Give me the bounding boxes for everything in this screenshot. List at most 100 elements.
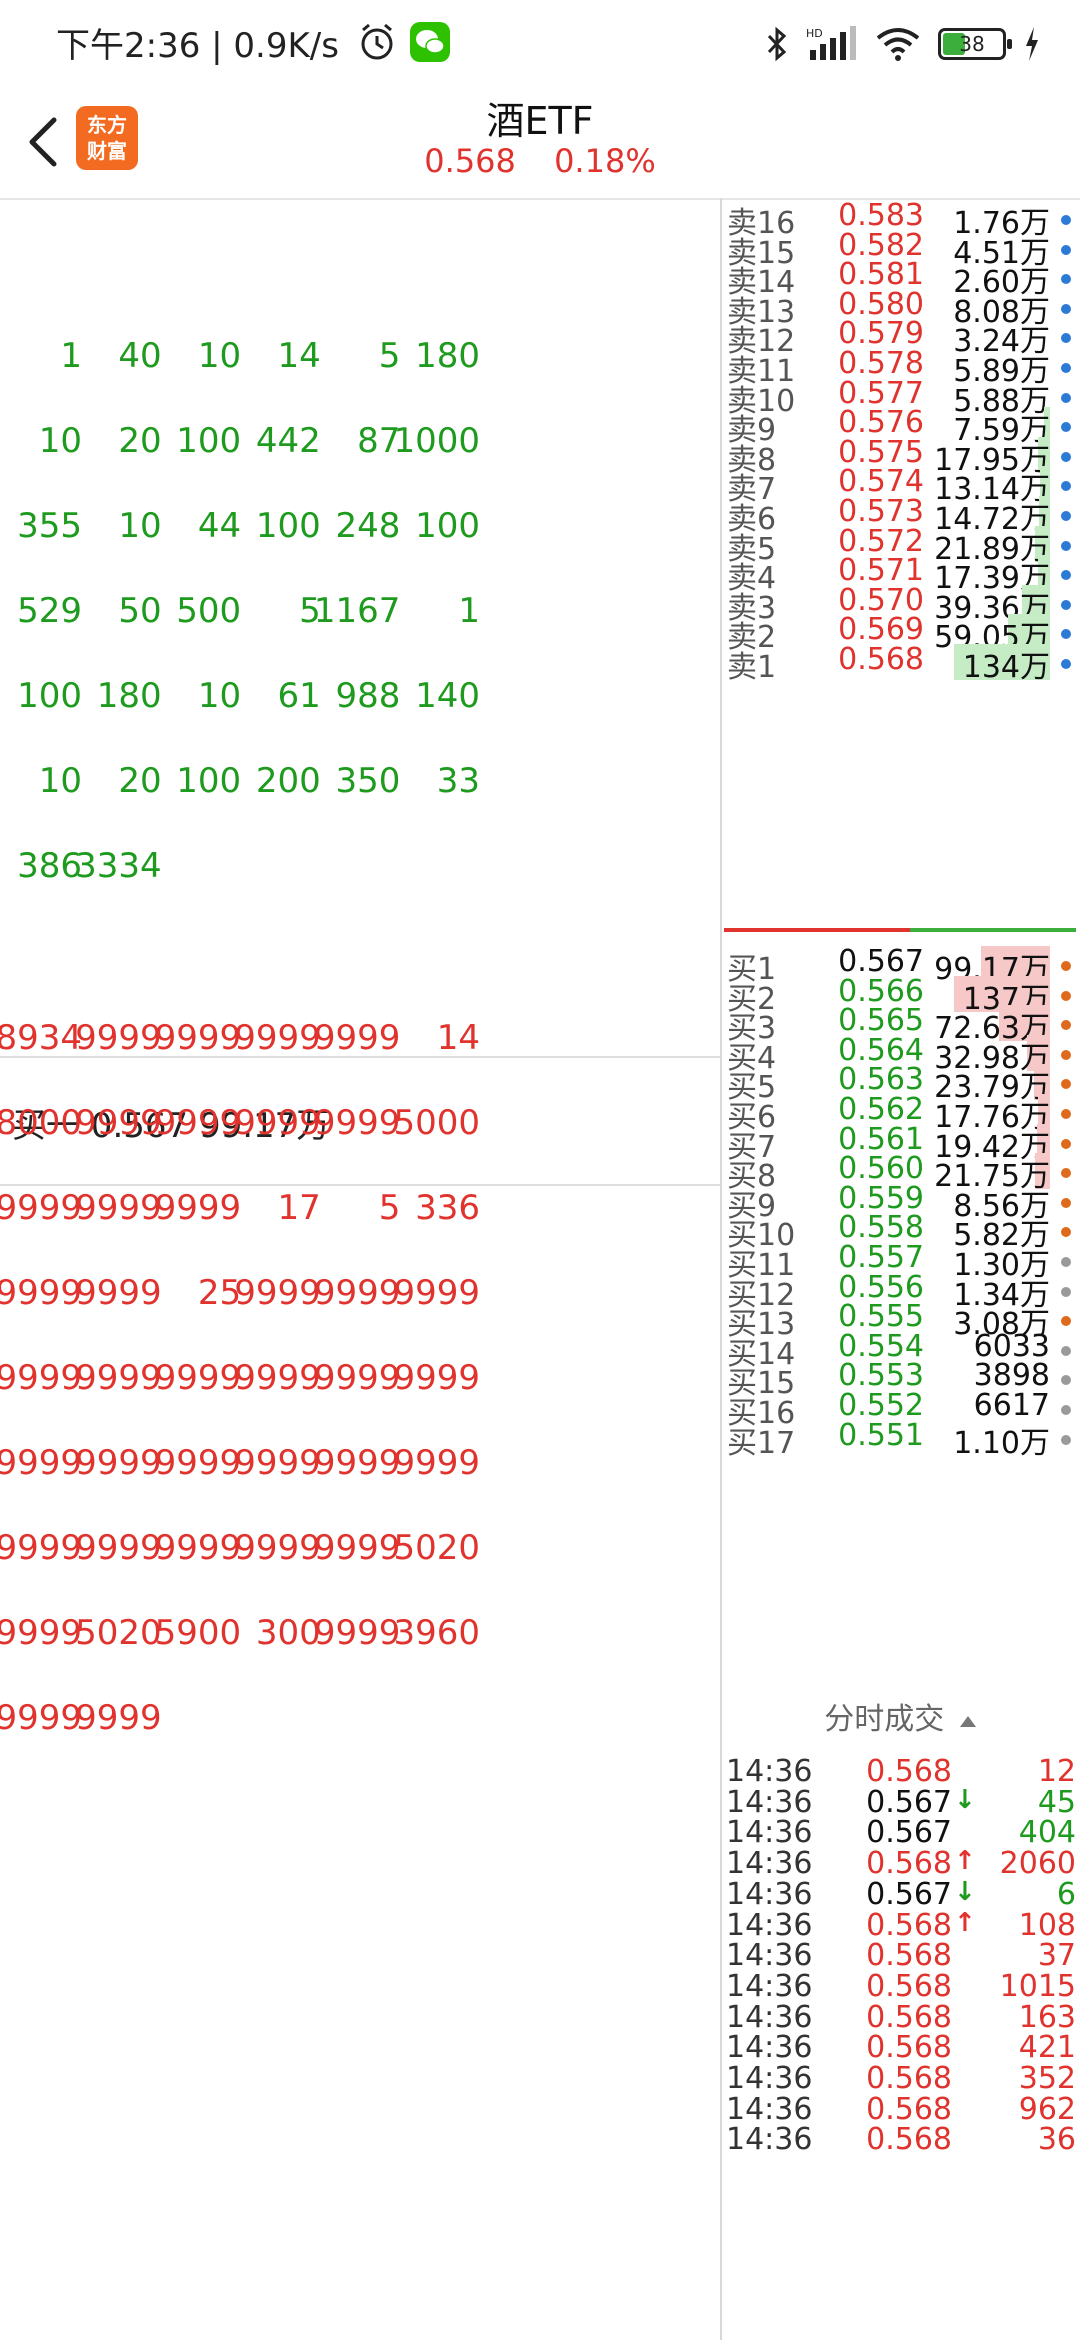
wechat-icon (410, 22, 450, 62)
queue-row: 100 180 10 61 988 140 (0, 676, 720, 716)
level-dot-icon (1061, 1257, 1071, 1267)
level-dot-icon (1061, 1197, 1071, 1208)
ticks-header[interactable]: 分时成交 (722, 1694, 1080, 1744)
queue-row: 9999 9999 9999 9999 9999 9999 (0, 1443, 720, 1483)
bid-ask-divider-red (724, 928, 910, 932)
level-dot-icon (1061, 1345, 1071, 1356)
level-label: 卖1 (727, 650, 777, 685)
queue-cell: 5020 (393, 1528, 480, 1568)
queue-row: 386 3334 (0, 846, 720, 886)
queue-row: 10 20 100 442 87 1000 (0, 421, 720, 461)
battery-icon: 38 (938, 28, 1012, 60)
queue-row: 1 40 10 14 5 180 (0, 336, 720, 376)
arrow-up-icon: ↑ (954, 1846, 976, 1877)
change-percent: 0.18% (554, 142, 656, 180)
queue-cell: 1000 (393, 421, 480, 461)
queue-cell: 100 (415, 506, 480, 546)
queue-row: 9999 9999 (0, 1698, 720, 1738)
level-dot-icon (1061, 629, 1071, 640)
queue-cell: 140 (415, 676, 480, 716)
caret-up-icon (959, 1716, 976, 1727)
level-dot-icon (1061, 422, 1071, 433)
level-dot-icon (1061, 1020, 1071, 1031)
level-dot-icon (1061, 1079, 1071, 1090)
bluetooth-icon (767, 26, 787, 62)
level-dot-icon (1061, 659, 1071, 669)
level-dot-icon (1061, 333, 1071, 344)
order-queue-panel: 1 40 10 14 5 180 10 20 100 442 87 1000 355 10 44 100 248… (0, 200, 720, 2340)
queue-cell: 5000 (393, 1103, 480, 1143)
battery-level: 38 (959, 32, 985, 56)
level-dot-icon (1061, 215, 1071, 225)
sell-level-row[interactable]: 卖1 0.568 134万 (722, 640, 1080, 685)
queue-row: 10 20 100 200 350 33 (0, 761, 720, 801)
level-dot-icon (1061, 990, 1071, 1001)
tick-row: 14:36 0.568 36 (722, 2120, 1080, 2164)
queue-row: 9999 9999 9999 17 5 336 (0, 1188, 720, 1228)
svg-text:HD: HD (806, 27, 823, 40)
level-dot-icon (1061, 540, 1071, 551)
status-time-speed: 下午2:36 | 0.9K/s (56, 26, 339, 66)
queue-cell: 336 (415, 1188, 480, 1228)
divider (0, 1184, 720, 1186)
signal-icon: HD (806, 26, 856, 60)
tick-time: 14:36 (726, 2122, 813, 2158)
level-dot-icon (1061, 481, 1071, 492)
level-dot-icon (1061, 244, 1071, 255)
tick-price: 0.568 (866, 2122, 952, 2158)
queue-cell: 180 (415, 336, 480, 376)
status-icons: HD 38 (766, 22, 1040, 66)
level-dot-icon (1061, 363, 1071, 373)
level-dot-icon (1061, 570, 1071, 581)
queue-cell: 14 (436, 1018, 480, 1058)
queue-row: 9999 5020 5900 300 9999 3960 (0, 1613, 720, 1653)
wifi-icon (876, 28, 920, 61)
current-price: 0.568 (424, 142, 516, 180)
level-dot-icon (1061, 1227, 1071, 1238)
queue-row: 355 10 44 100 248 100 (0, 506, 720, 546)
queue-row: 9999 9999 9999 9999 9999 9999 (0, 1358, 720, 1398)
queue-row: 8934 9999 9999 9999 9999 14 (0, 1018, 720, 1058)
level-dot-icon (1061, 1109, 1071, 1119)
status-bar: 下午2:36 | 0.9K/s HD 38 (0, 0, 1080, 90)
page-title: 酒ETF (486, 99, 594, 143)
queue-cell: 1 (458, 591, 480, 631)
queue-cell: 9999 (75, 1698, 162, 1738)
level-dot-icon (1061, 1168, 1071, 1179)
order-book-panel: 卖16 0.583 1.76万 卖15 0.582 4.51万 卖14 0.581 2.60万卖… (722, 190, 1080, 2340)
level-dot-icon (1061, 1049, 1071, 1060)
level-dot-icon (1061, 599, 1071, 610)
level-volume: 134万 (962, 650, 1050, 685)
level-dot-icon (1061, 511, 1071, 521)
buy-level-row[interactable]: 买17 0.551 1.10万 (722, 1416, 1080, 1461)
ticks-title: 分时成交 (824, 1702, 945, 1737)
level-label: 买17 (727, 1425, 796, 1461)
charging-icon (1026, 27, 1038, 61)
level-dot-icon (1061, 392, 1071, 403)
queue-cell: 9999 (393, 1358, 480, 1398)
level-dot-icon (1061, 1405, 1071, 1415)
level-dot-icon (1061, 451, 1071, 462)
tick-volume: 36 (1037, 2122, 1076, 2158)
alarm-icon (361, 23, 393, 60)
level-dot-icon (1061, 1375, 1071, 1386)
level-dot-icon (1061, 961, 1071, 971)
level-dot-icon (1061, 1434, 1071, 1445)
queue-cell: 3960 (393, 1613, 480, 1653)
queue-cell: 3334 (75, 846, 162, 886)
bid-ask-divider-green (910, 928, 1076, 932)
header: 东方 财富 酒ETF 0.568 0.18% (0, 90, 1080, 200)
arrow-down-icon: ↓ (954, 1784, 976, 1815)
level-dot-icon (1061, 274, 1071, 285)
queue-row: 9999 9999 25 9999 9999 9999 (0, 1273, 720, 1313)
level-dot-icon (1061, 303, 1071, 314)
queue-cell: 33 (436, 761, 480, 801)
queue-row: 9999 9999 9999 9999 9999 5020 (0, 1528, 720, 1568)
level-dot-icon (1061, 1138, 1071, 1149)
arrow-down-icon: ↓ (954, 1876, 976, 1907)
arrow-up-icon: ↑ (954, 1907, 976, 1938)
queue-cell: 9999 (393, 1273, 480, 1313)
queue-cell: 9999 (393, 1443, 480, 1483)
level-dot-icon (1061, 1316, 1071, 1327)
queue-row: 8000 9999 9999 9999 9999 5000 (0, 1103, 720, 1143)
